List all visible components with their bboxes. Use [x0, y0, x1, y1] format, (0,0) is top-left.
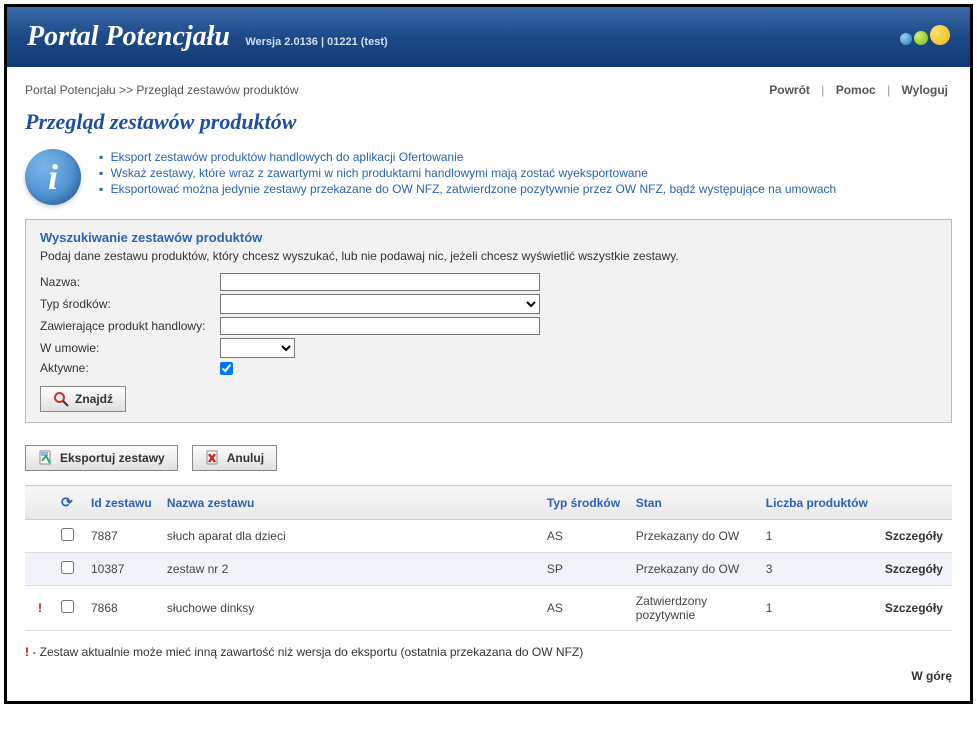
type-label: Typ środków: — [40, 297, 220, 311]
cell-id: 7868 — [85, 586, 161, 631]
cell-count: 3 — [760, 553, 879, 586]
col-name[interactable]: Nazwa zestawu — [161, 486, 541, 520]
find-button-label: Znajdź — [75, 392, 113, 406]
alert-icon: ! — [25, 586, 55, 631]
cell-count: 1 — [760, 586, 879, 631]
info-item: Eksport zestawów produktów handlowych do… — [99, 149, 836, 165]
search-icon — [53, 391, 69, 407]
info-item: Eksportować można jedynie zestawy przeka… — [99, 181, 836, 197]
info-box: i Eksport zestawów produktów handlowych … — [25, 149, 952, 205]
cancel-button-label: Anuluj — [227, 451, 264, 465]
refresh-icon[interactable]: ⟳ — [61, 494, 73, 510]
cell-state: Przekazany do OW — [630, 553, 760, 586]
info-icon: i — [25, 149, 81, 205]
row-checkbox[interactable] — [61, 561, 74, 574]
cell-name: słuch aparat dla dzieci — [161, 520, 541, 553]
info-item: Wskaż zestawy, które wraz z zawartymi w … — [99, 165, 836, 181]
export-button[interactable]: Eksportuj zestawy — [25, 445, 178, 471]
cell-id: 7887 — [85, 520, 161, 553]
export-icon — [38, 450, 54, 466]
cell-name: zestaw nr 2 — [161, 553, 541, 586]
footnote-text: - Zestaw aktualnie może mieć inną zawart… — [29, 645, 583, 659]
active-checkbox[interactable] — [220, 362, 233, 375]
cell-type: AS — [541, 520, 630, 553]
cell-state: Przekazany do OW — [630, 520, 760, 553]
cell-count: 1 — [760, 520, 879, 553]
details-link[interactable]: Szczegóły — [879, 520, 952, 553]
cell-state: Zatwierdzony pozytywnie — [630, 586, 760, 631]
table-row: ! 7868słuchowe dinksyASZatwierdzony pozyt… — [25, 586, 952, 631]
alert-icon — [25, 520, 55, 553]
logo-icon — [900, 25, 950, 45]
info-list: Eksport zestawów produktów handlowych do… — [99, 149, 836, 197]
cancel-icon — [205, 450, 221, 466]
alert-icon — [25, 553, 55, 586]
containing-label: Zawierające produkt handlowy: — [40, 319, 220, 333]
cell-type: SP — [541, 553, 630, 586]
row-checkbox[interactable] — [61, 528, 74, 541]
containing-input[interactable] — [220, 317, 540, 335]
top-links: Powrót | Pomoc | Wyloguj — [765, 83, 952, 97]
export-button-label: Eksportuj zestawy — [60, 451, 165, 465]
search-desc: Podaj dane zestawu produktów, który chce… — [40, 249, 937, 263]
cell-type: AS — [541, 586, 630, 631]
help-link[interactable]: Pomoc — [836, 83, 876, 97]
name-label: Nazwa: — [40, 275, 220, 289]
footnote: ! - Zestaw aktualnie może mieć inną zawa… — [25, 645, 952, 659]
table-row: 7887słuch aparat dla dzieciASPrzekazany … — [25, 520, 952, 553]
col-id[interactable]: Id zestawu — [85, 486, 161, 520]
details-link[interactable]: Szczegóły — [879, 553, 952, 586]
app-header: Portal Potencjału Wersja 2.0136 | 01221 … — [7, 7, 970, 67]
row-checkbox[interactable] — [61, 600, 74, 613]
breadcrumb: Portal Potencjału >> Przegląd zestawów p… — [25, 83, 299, 97]
cancel-button[interactable]: Anuluj — [192, 445, 277, 471]
search-title: Wyszukiwanie zestawów produktów — [40, 230, 937, 245]
name-input[interactable] — [220, 273, 540, 291]
go-top-link[interactable]: W górę — [25, 669, 952, 683]
page-title: Przegląd zestawów produktów — [25, 109, 952, 135]
find-button[interactable]: Znajdź — [40, 386, 126, 412]
back-link[interactable]: Powrót — [769, 83, 810, 97]
app-title: Portal Potencjału — [27, 21, 230, 52]
type-select[interactable] — [220, 294, 540, 314]
col-count[interactable]: Liczba produktów — [760, 486, 879, 520]
col-type[interactable]: Typ środków — [541, 486, 630, 520]
logout-link[interactable]: Wyloguj — [902, 83, 948, 97]
col-state[interactable]: Stan — [630, 486, 760, 520]
app-version: Wersja 2.0136 | 01221 (test) — [245, 36, 387, 48]
results-table: ⟳ Id zestawu Nazwa zestawu Typ środków S… — [25, 485, 952, 631]
cell-name: słuchowe dinksy — [161, 586, 541, 631]
contract-select[interactable] — [220, 338, 295, 358]
contract-label: W umowie: — [40, 341, 220, 355]
search-panel: Wyszukiwanie zestawów produktów Podaj da… — [25, 219, 952, 423]
cell-id: 10387 — [85, 553, 161, 586]
details-link[interactable]: Szczegóły — [879, 586, 952, 631]
table-row: 10387zestaw nr 2SPPrzekazany do OW3Szcze… — [25, 553, 952, 586]
active-label: Aktywne: — [40, 361, 220, 375]
